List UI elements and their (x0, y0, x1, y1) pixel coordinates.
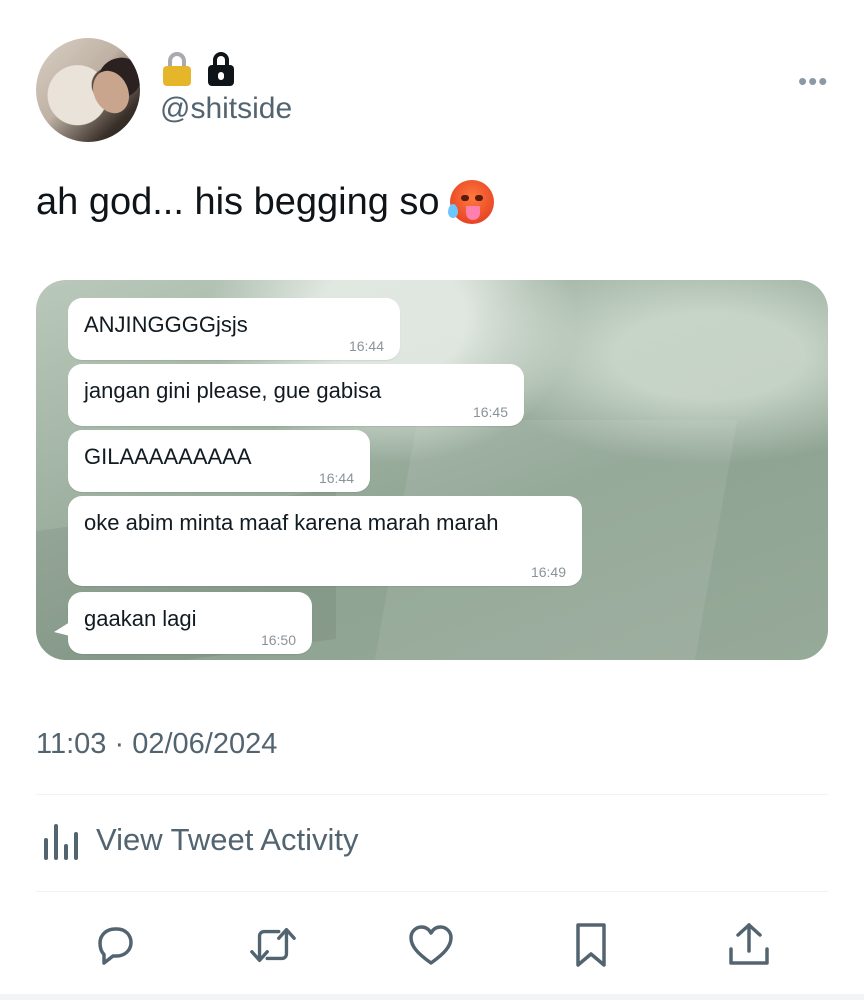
handle-badges (162, 52, 236, 86)
chat-bubble: jangan gini please, gue gabisa 16:45 (68, 364, 524, 426)
divider (36, 794, 828, 795)
tweet-action-bar (0, 920, 864, 976)
chat-message-time: 16:44 (318, 470, 354, 486)
author-handle[interactable]: @shitside (160, 92, 292, 126)
hot-face-emoji-icon (447, 180, 494, 224)
tweet-media-image[interactable]: ANJINGGGGjsjs 16:44 jangan gini please, … (36, 280, 828, 660)
chat-bubble: oke abim minta maaf karena marah marah 1… (68, 496, 582, 586)
chat-message-text: ANJINGGGGjsjs (84, 312, 248, 337)
heart-icon (409, 925, 453, 965)
share-icon (729, 923, 769, 965)
retweet-button[interactable] (248, 920, 298, 970)
chat-message-time: 16:45 (472, 404, 508, 420)
bookmark-icon (576, 923, 606, 967)
chat-bubble: gaakan lagi 16:50 (54, 592, 312, 654)
bookmark-button[interactable] (566, 920, 616, 970)
chat-message-text: jangan gini please, gue gabisa (84, 378, 382, 403)
chat-message-text: GILAAAAAAAAA (84, 444, 252, 469)
view-tweet-activity-link[interactable]: View Tweet Activity (42, 820, 358, 860)
chat-message-time: 16:50 (260, 632, 296, 648)
lock-icon (206, 52, 236, 86)
tweet-text-content: ah god... his begging so (36, 180, 440, 223)
share-button[interactable] (724, 920, 774, 970)
chat-message-time: 16:49 (530, 564, 566, 580)
avatar[interactable] (36, 38, 140, 142)
reply-icon (98, 927, 133, 965)
chat-message-text: oke abim minta maaf karena marah marah (84, 510, 499, 535)
more-options-icon[interactable]: ••• (798, 66, 828, 97)
chat-message-text: gaakan lagi (84, 606, 197, 631)
chat-message-time: 16:44 (348, 338, 384, 354)
view-tweet-activity-label: View Tweet Activity (96, 822, 359, 857)
divider (36, 891, 828, 892)
tweet-text: ah god... his begging so (36, 180, 494, 224)
lock-emoji-icon (162, 52, 192, 86)
chat-bubble: GILAAAAAAAAA 16:44 (68, 430, 370, 492)
bar-chart-icon (44, 824, 78, 860)
tweet-timestamp[interactable]: 11:03 · 02/06/2024 (36, 728, 277, 761)
retweet-icon (250, 927, 296, 963)
bottom-border (0, 994, 864, 1000)
chat-bubble: ANJINGGGGjsjs 16:44 (68, 298, 400, 360)
like-button[interactable] (406, 920, 456, 970)
reply-button[interactable] (90, 920, 140, 970)
